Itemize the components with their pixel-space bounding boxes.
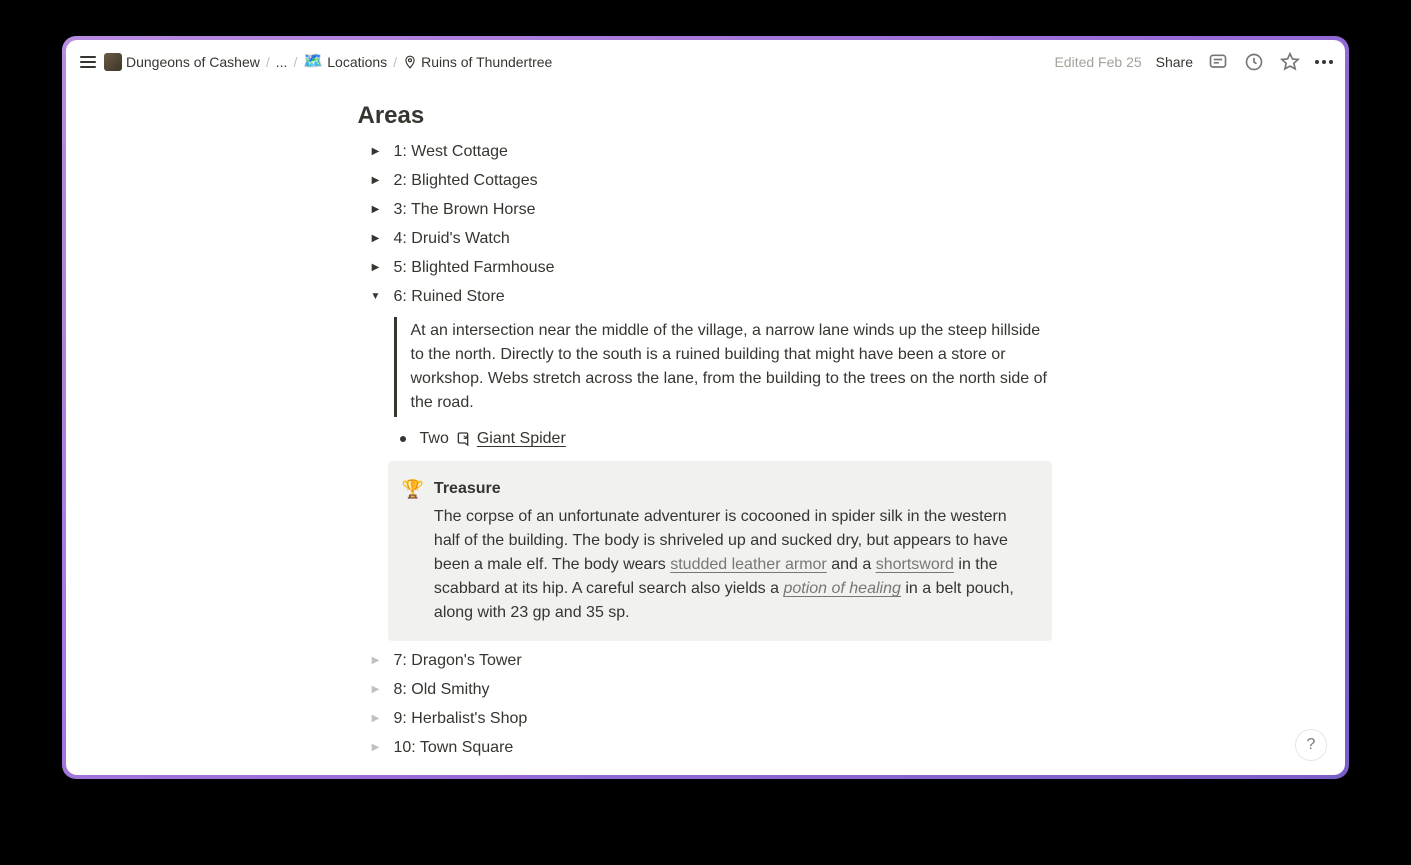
toggle-item: 4: Druid's Watch (360, 227, 1052, 251)
toggle-item: 1: West Cottage (360, 140, 1052, 164)
toggle-item-expanded: 6: Ruined Store At an intersection near … (360, 285, 1052, 641)
areas-toggle-list: 1: West Cottage 2: Blighted Cottages 3: … (360, 140, 1052, 760)
toggle-header[interactable]: 4: Druid's Watch (366, 227, 1052, 251)
sidebar-toggle-button[interactable] (78, 52, 98, 72)
breadcrumb-separator: / (393, 54, 397, 70)
toggle-arrow-icon[interactable] (366, 738, 386, 758)
more-menu-button[interactable] (1315, 60, 1333, 64)
page-icon (104, 53, 122, 71)
share-button[interactable]: Share (1156, 54, 1193, 70)
toggle-label: 6: Ruined Store (394, 285, 505, 309)
toggle-arrow-icon[interactable] (366, 709, 386, 729)
toggle-header[interactable]: 6: Ruined Store (366, 285, 1052, 309)
window-inner: Dungeons of Cashew / ... / 🗺️ Locations … (66, 40, 1345, 775)
toggle-header[interactable]: 5: Blighted Farmhouse (366, 256, 1052, 280)
toggle-header[interactable]: 1: West Cottage (366, 140, 1052, 164)
link-potion-of-healing[interactable]: potion of healing (783, 580, 900, 597)
breadcrumb-separator: / (266, 54, 270, 70)
trophy-icon: 🏆 (402, 477, 424, 625)
toggle-label: 4: Druid's Watch (394, 227, 510, 251)
toggle-arrow-icon[interactable] (366, 651, 386, 671)
toggle-header[interactable]: 10: Town Square (366, 736, 1052, 760)
topbar: Dungeons of Cashew / ... / 🗺️ Locations … (66, 40, 1345, 84)
updates-icon[interactable] (1243, 51, 1265, 73)
quote-block: At an intersection near the middle of th… (394, 317, 1052, 417)
topbar-left: Dungeons of Cashew / ... / 🗺️ Locations … (78, 52, 552, 72)
edited-timestamp: Edited Feb 25 (1054, 54, 1141, 70)
callout-text-part: and a (827, 556, 876, 573)
content-scroll[interactable]: Areas 1: West Cottage 2: Blighted Cottag… (66, 84, 1345, 775)
bullet-prefix: Two (420, 427, 449, 451)
map-icon: 🗺️ (303, 54, 323, 70)
toggle-arrow-icon[interactable] (366, 680, 386, 700)
toggle-arrow-icon[interactable] (366, 200, 386, 220)
comments-icon[interactable] (1207, 51, 1229, 73)
bullet-line: Two Giant Spider (394, 427, 1052, 451)
toggle-label: 3: The Brown Horse (394, 198, 536, 222)
location-pin-icon (403, 55, 417, 69)
toggle-body: At an intersection near the middle of th… (394, 317, 1052, 641)
breadcrumb-root[interactable]: Dungeons of Cashew (104, 53, 260, 71)
page-link-arrow-icon (455, 431, 471, 447)
bullet-dot-icon (400, 436, 406, 442)
help-label: ? (1307, 736, 1316, 754)
window-frame: Dungeons of Cashew / ... / 🗺️ Locations … (62, 36, 1349, 779)
toggle-header[interactable]: 2: Blighted Cottages (366, 169, 1052, 193)
section-heading-areas: Areas (358, 102, 1052, 130)
treasure-callout: 🏆 Treasure The corpse of an unfortunate … (388, 461, 1052, 641)
toggle-arrow-icon[interactable] (366, 171, 386, 191)
toggle-header[interactable]: 8: Old Smithy (366, 678, 1052, 702)
toggle-item: 2: Blighted Cottages (360, 169, 1052, 193)
toggle-label: 9: Herbalist's Shop (394, 707, 528, 731)
toggle-label: 8: Old Smithy (394, 678, 490, 702)
toggle-label: 7: Dragon's Tower (394, 649, 522, 673)
toggle-label: 2: Blighted Cottages (394, 169, 538, 193)
toggle-item: 7: Dragon's Tower (360, 649, 1052, 673)
toggle-header[interactable]: 9: Herbalist's Shop (366, 707, 1052, 731)
toggle-item: 5: Blighted Farmhouse (360, 256, 1052, 280)
topbar-right: Edited Feb 25 Share (1054, 51, 1333, 73)
callout-body: Treasure The corpse of an unfortunate ad… (434, 477, 1036, 625)
link-studded-leather-armor[interactable]: studded leather armor (670, 556, 827, 573)
toggle-header[interactable]: 3: The Brown Horse (366, 198, 1052, 222)
help-button[interactable]: ? (1295, 729, 1327, 761)
callout-text: The corpse of an unfortunate adventurer … (434, 505, 1036, 625)
toggle-header[interactable]: 7: Dragon's Tower (366, 649, 1052, 673)
link-shortsword[interactable]: shortsword (876, 556, 954, 573)
breadcrumb-locations-label: Locations (327, 54, 387, 70)
breadcrumb-current[interactable]: Ruins of Thundertree (403, 54, 552, 70)
page-link-giant-spider[interactable]: Giant Spider (477, 427, 566, 451)
toggle-item: 3: The Brown Horse (360, 198, 1052, 222)
toggle-item: 8: Old Smithy (360, 678, 1052, 702)
toggle-arrow-icon[interactable] (366, 142, 386, 162)
toggle-item: 10: Town Square (360, 736, 1052, 760)
breadcrumb-current-label: Ruins of Thundertree (421, 54, 552, 70)
breadcrumb-root-label: Dungeons of Cashew (126, 54, 260, 70)
breadcrumb-locations[interactable]: 🗺️ Locations (303, 54, 387, 70)
toggle-arrow-icon[interactable] (366, 287, 386, 307)
toggle-arrow-icon[interactable] (366, 229, 386, 249)
favorite-star-icon[interactable] (1279, 51, 1301, 73)
toggle-item: 9: Herbalist's Shop (360, 707, 1052, 731)
breadcrumb-separator: / (293, 54, 297, 70)
page-body: Areas 1: West Cottage 2: Blighted Cottag… (352, 84, 1060, 760)
toggle-arrow-icon[interactable] (366, 258, 386, 278)
toggle-label: 5: Blighted Farmhouse (394, 256, 555, 280)
callout-title: Treasure (434, 477, 1036, 501)
breadcrumb-ellipsis[interactable]: ... (276, 54, 288, 70)
toggle-label: 10: Town Square (394, 736, 514, 760)
breadcrumb: Dungeons of Cashew / ... / 🗺️ Locations … (104, 53, 552, 71)
toggle-label: 1: West Cottage (394, 140, 508, 164)
